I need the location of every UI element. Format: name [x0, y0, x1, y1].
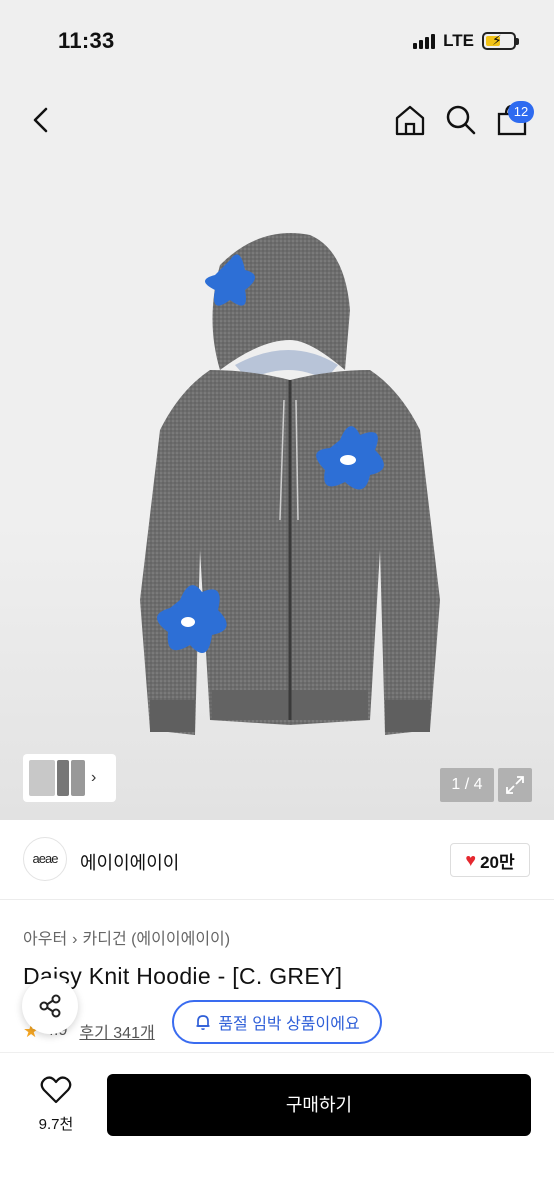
battery-icon: ⚡ — [482, 32, 519, 50]
bell-icon — [196, 1015, 210, 1030]
brand-like-count: 20만 — [480, 852, 515, 872]
thumbnail[interactable] — [29, 760, 55, 796]
product-title: Daisy Knit Hoodie - [C. GREY] — [23, 963, 343, 989]
search-icon[interactable] — [443, 102, 479, 138]
status-icons: LTE ⚡ — [413, 31, 519, 51]
share-button[interactable] — [22, 978, 78, 1034]
heart-icon: ♥ — [465, 849, 477, 870]
brand-like-button[interactable]: ♥ 20만 — [450, 843, 530, 877]
network-label: LTE — [443, 31, 474, 50]
review-count-link[interactable]: 후기 341개 — [79, 1019, 154, 1043]
stock-notice[interactable]: 품절 임박 상품이에요 — [172, 1000, 382, 1044]
brand-name[interactable]: 에이이에이이 — [80, 849, 179, 875]
breadcrumb-category[interactable]: 아우터 — [23, 931, 67, 948]
home-icon[interactable] — [392, 102, 428, 138]
heart-outline-icon — [40, 1076, 72, 1104]
expand-icon[interactable] — [498, 768, 532, 802]
thumbnail[interactable] — [71, 760, 85, 796]
brand-row[interactable]: aeae 에이이에이이 ♥ 20만 — [0, 820, 554, 900]
cart-count-badge: 12 — [508, 101, 534, 123]
product-image — [140, 233, 440, 735]
stock-notice-text: 품절 임박 상품이에요 — [218, 1016, 360, 1033]
breadcrumb-subcategory[interactable]: 카디건 (에이이에이이) — [83, 931, 231, 948]
buy-button[interactable]: 구매하기 — [107, 1074, 531, 1136]
breadcrumb: 아우터 › 카디건 (에이이에이이) — [23, 925, 230, 949]
signal-icon — [413, 33, 436, 49]
image-counter: 1 / 4 — [440, 768, 494, 802]
chevron-right-icon[interactable]: › — [91, 769, 96, 787]
thumbnail[interactable] — [57, 760, 69, 796]
status-time: 11:33 — [58, 28, 115, 53]
bottom-bar: 9.7천 구매하기 — [0, 1052, 554, 1200]
top-nav — [0, 84, 554, 158]
wishlist-count: 9.7천 — [38, 1116, 74, 1133]
back-icon[interactable] — [26, 104, 58, 136]
chevron-right-icon: › — [72, 931, 78, 948]
share-icon — [39, 994, 61, 1018]
thumbnail-strip[interactable]: › — [23, 754, 116, 802]
status-bar: 11:33 LTE ⚡ — [0, 0, 554, 84]
wishlist-button[interactable]: 9.7천 — [26, 1075, 86, 1139]
brand-logo[interactable]: aeae — [23, 837, 67, 881]
